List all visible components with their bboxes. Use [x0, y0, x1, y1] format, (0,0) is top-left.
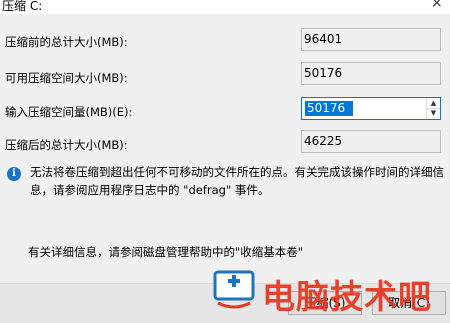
- info-message: 无法将卷压缩到超出任何不可移动的文件所在的点。有关完成该操作时间的详细信息，请参…: [30, 165, 444, 197]
- shrink-amount-stepper[interactable]: ▲ ▼: [426, 98, 440, 119]
- window-title: 压缩 C:: [2, 0, 43, 13]
- title-bar: 压缩 C: ×: [0, 0, 450, 14]
- monitor-plus-logo: [213, 270, 255, 309]
- available-space-label: 可用压缩空间大小(MB):: [5, 71, 128, 85]
- available-space-field: 50176: [301, 62, 441, 85]
- total-after-label: 压缩后的总计大小(MB):: [5, 138, 128, 152]
- total-before-field: 96401: [301, 28, 441, 51]
- shrink-amount-input[interactable]: 50176 ▲ ▼: [301, 97, 441, 120]
- close-icon[interactable]: ×: [431, 0, 443, 11]
- watermark-text: 电脑技术吧: [262, 277, 432, 316]
- shrink-amount-label: 输入压缩空间量(MB)(E):: [5, 105, 133, 119]
- info-icon: i: [7, 167, 21, 181]
- total-before-label: 压缩前的总计大小(MB):: [5, 35, 128, 49]
- shrink-amount-value[interactable]: 50176: [305, 101, 353, 116]
- total-after-field: 46225: [301, 130, 441, 153]
- help-text: 有关详细信息，请参阅磁盘管理帮助中的"收缩基本卷": [28, 245, 304, 259]
- spin-down-icon[interactable]: ▼: [427, 108, 440, 118]
